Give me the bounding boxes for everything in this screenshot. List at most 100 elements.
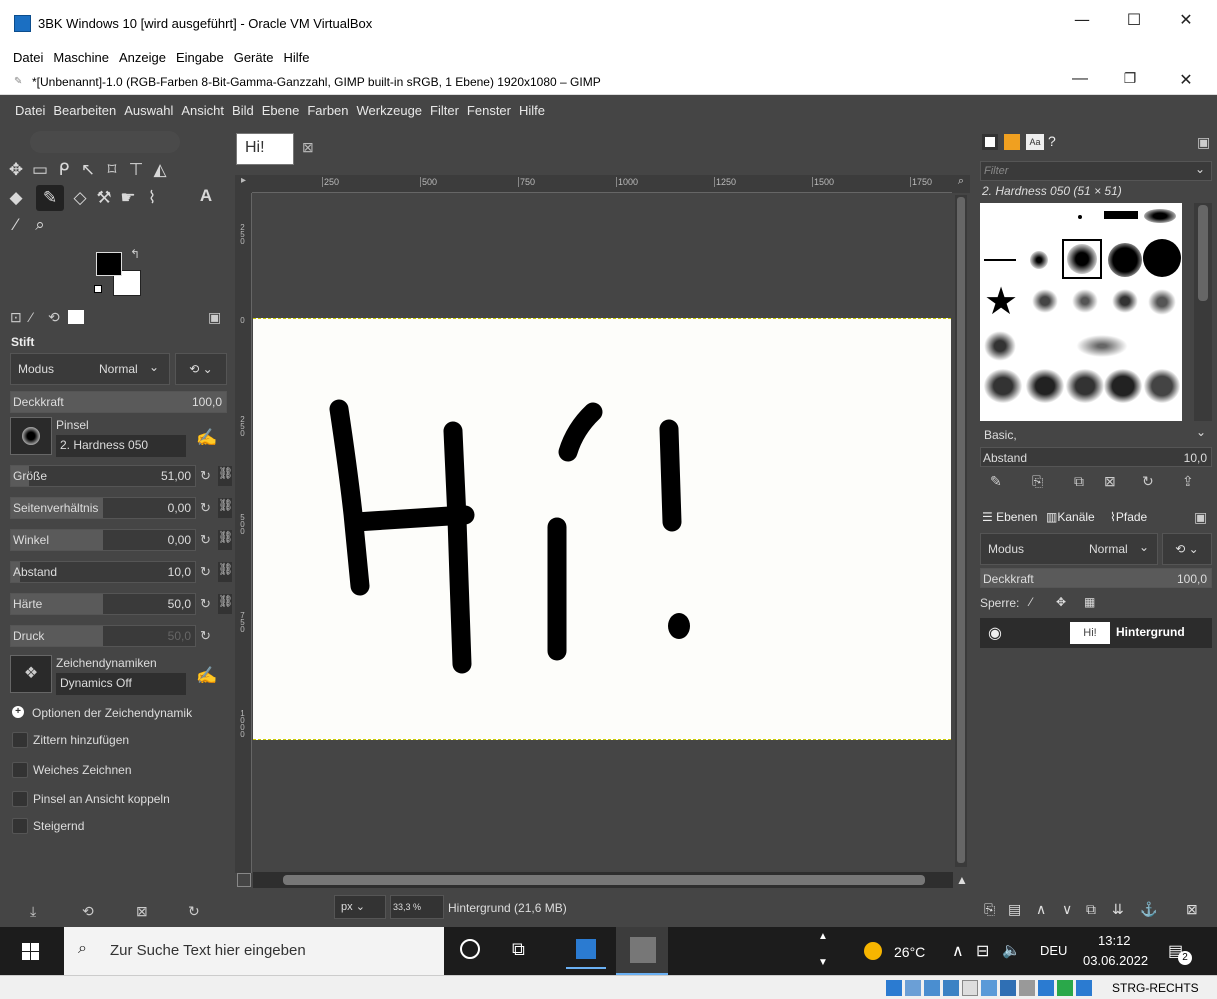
vertical-scrollbar[interactable]: [955, 195, 967, 867]
vbox-menu-geraete[interactable]: Geräte: [229, 50, 279, 65]
weather-sun-icon[interactable]: [864, 942, 882, 960]
clock-time[interactable]: 13:12: [1098, 933, 1131, 948]
layer-mode-reset-button[interactable]: ⟲ ⌄: [1162, 533, 1212, 565]
zoom-to-fit-icon[interactable]: ⌕: [952, 175, 970, 193]
layer-mode-chevron-icon[interactable]: ⌄: [1139, 540, 1149, 554]
mode-reset-button[interactable]: ⟲ ⌄: [175, 353, 227, 385]
zoom-tool-icon[interactable]: ⌕: [29, 215, 51, 235]
undo-history-tab-icon[interactable]: ⟲: [48, 309, 60, 326]
smudge-tool-icon[interactable]: ☛: [117, 188, 139, 208]
gimp-menu-auswahl[interactable]: Auswahl: [120, 103, 177, 118]
duplicate-brush-icon[interactable]: ⧉: [1074, 473, 1084, 490]
incremental-checkbox[interactable]: [12, 818, 28, 834]
layer-row[interactable]: ◉ Hi! Hintergrund: [980, 618, 1212, 648]
pencil-tool-icon[interactable]: ✎: [36, 185, 64, 211]
vbox-menu-eingabe[interactable]: Eingabe: [171, 50, 229, 65]
text-tool-icon[interactable]: A: [195, 186, 217, 206]
zoom-field[interactable]: 33,3 %: [390, 895, 444, 919]
images-tab-icon[interactable]: [68, 310, 84, 324]
new-layer-icon[interactable]: ⎘: [984, 901, 995, 918]
rect-select-tool-icon[interactable]: ▭: [29, 160, 51, 180]
layers-dock-menu-icon[interactable]: ▣: [1194, 509, 1207, 526]
cpu-icon[interactable]: [1038, 980, 1054, 996]
tag-chevron-icon[interactable]: ⌄: [1196, 425, 1206, 439]
hardness-link-icon[interactable]: ⛓: [218, 594, 233, 614]
gimp-menu-ansicht[interactable]: Ansicht: [177, 103, 228, 118]
image-tab[interactable]: Hi!: [236, 133, 294, 165]
dynamics-field[interactable]: Dynamics Off: [56, 673, 186, 695]
gimp-menu-datei[interactable]: Datei: [11, 103, 49, 118]
angle-reset-icon[interactable]: ↻: [200, 532, 211, 548]
task-view-icon[interactable]: ⧉: [512, 939, 525, 960]
hardness-reset-icon[interactable]: ↻: [200, 596, 211, 612]
brushes-tab-icon[interactable]: [982, 134, 998, 150]
merge-layer-icon[interactable]: ⇊: [1112, 901, 1124, 918]
virtualbox-taskbar-icon[interactable]: [566, 933, 606, 969]
brush-spacing-slider[interactable]: Abstand 10,0: [980, 447, 1212, 467]
ruler-corner-icon[interactable]: ▸: [235, 175, 252, 193]
display-icon[interactable]: [1000, 980, 1016, 996]
gimp-menu-farben[interactable]: Farben: [303, 103, 352, 118]
edit-dynamics-icon[interactable]: ✍: [196, 666, 217, 686]
weather-temp[interactable]: 26°C: [894, 944, 925, 960]
brush-tag-field[interactable]: Basic, ⌄: [980, 425, 1212, 445]
size-slider[interactable]: Größe 51,00: [10, 465, 196, 487]
navigate-icon[interactable]: ▲: [956, 873, 968, 887]
tab-menu-icon[interactable]: ▣: [208, 309, 221, 326]
clock-date[interactable]: 03.06.2022: [1083, 953, 1148, 968]
hardness-slider[interactable]: Härte 50,0: [10, 593, 196, 615]
lock-alpha-icon[interactable]: ▦: [1084, 595, 1095, 609]
refresh-brushes-icon[interactable]: ↻: [1142, 473, 1154, 490]
delete-options-icon[interactable]: ⊠: [136, 903, 148, 920]
help-tab-icon[interactable]: ?: [1048, 133, 1056, 149]
lock-pixels-icon[interactable]: ⁄: [1030, 595, 1032, 609]
quick-mask-toggle[interactable]: [237, 873, 251, 887]
edit-brush-icon[interactable]: ✍: [196, 428, 217, 448]
layer-name[interactable]: Hintergrund: [1116, 625, 1185, 639]
dynamics-preview[interactable]: ❖: [10, 655, 52, 693]
lock-brush-checkbox[interactable]: [12, 791, 28, 807]
image-canvas[interactable]: [253, 318, 951, 740]
edit-brush-action-icon[interactable]: ✎: [990, 473, 1002, 490]
delete-layer-icon[interactable]: ⊠: [1186, 901, 1198, 918]
layer-opacity-slider[interactable]: Deckkraft 100,0: [980, 568, 1212, 588]
language-indicator[interactable]: DEU: [1040, 943, 1067, 958]
save-options-icon[interactable]: ⤓: [30, 903, 36, 920]
bucket-fill-tool-icon[interactable]: ◆: [5, 188, 27, 208]
size-reset-icon[interactable]: ↻: [200, 468, 211, 484]
audio-icon[interactable]: [924, 980, 940, 996]
fuzzy-select-tool-icon[interactable]: ↖: [77, 160, 99, 180]
size-link-icon[interactable]: ⛓: [218, 466, 233, 486]
gimp-menu-bearbeiten[interactable]: Bearbeiten: [49, 103, 120, 118]
move-tool-icon[interactable]: ✥: [5, 160, 27, 180]
volume-icon[interactable]: 🔈: [1002, 941, 1021, 959]
crop-tool-icon[interactable]: ⌑: [101, 160, 123, 180]
foreground-color-swatch[interactable]: [96, 252, 122, 276]
spacing-slider[interactable]: Abstand 10,0: [10, 561, 196, 583]
spacing-link-icon[interactable]: ⛓: [218, 562, 233, 582]
gimp-close-button[interactable]: ✕: [1166, 70, 1206, 90]
jitter-checkbox[interactable]: [12, 732, 28, 748]
vbox-menu-hilfe[interactable]: Hilfe: [278, 50, 314, 65]
aspect-ratio-link-icon[interactable]: ⛓: [218, 498, 233, 518]
angle-slider[interactable]: Winkel 0,00: [10, 529, 196, 551]
dynamics-options-label[interactable]: Optionen der Zeichendynamik: [32, 706, 192, 720]
aspect-ratio-reset-icon[interactable]: ↻: [200, 500, 211, 516]
canvas-viewport[interactable]: [253, 193, 952, 873]
device-status-tab-icon[interactable]: ⁄: [30, 309, 32, 325]
vbox-menu-maschine[interactable]: Maschine: [48, 50, 114, 65]
duplicate-layer-icon[interactable]: ⧉: [1086, 901, 1096, 918]
tool-options-tab-icon[interactable]: ⊡: [10, 309, 22, 326]
brush-grid-scroll-thumb[interactable]: [1198, 205, 1208, 301]
harddisk-icon[interactable]: [886, 980, 902, 996]
gimp-menu-ebene[interactable]: Ebene: [258, 103, 304, 118]
spacing-reset-icon[interactable]: ↻: [200, 564, 211, 580]
vbox-close-button[interactable]: ✕: [1166, 10, 1206, 29]
unit-dropdown[interactable]: px ⌄: [334, 895, 386, 919]
windows-start-icon[interactable]: [22, 943, 39, 960]
layer-mode-dropdown[interactable]: Normal: [1089, 542, 1128, 556]
horizontal-scrollbar[interactable]: [253, 872, 953, 888]
vbox-menu-datei[interactable]: Datei: [8, 50, 48, 65]
mode-dropdown[interactable]: Normal: [99, 362, 138, 376]
brush-filter-input[interactable]: Filter ⌄: [980, 161, 1212, 181]
